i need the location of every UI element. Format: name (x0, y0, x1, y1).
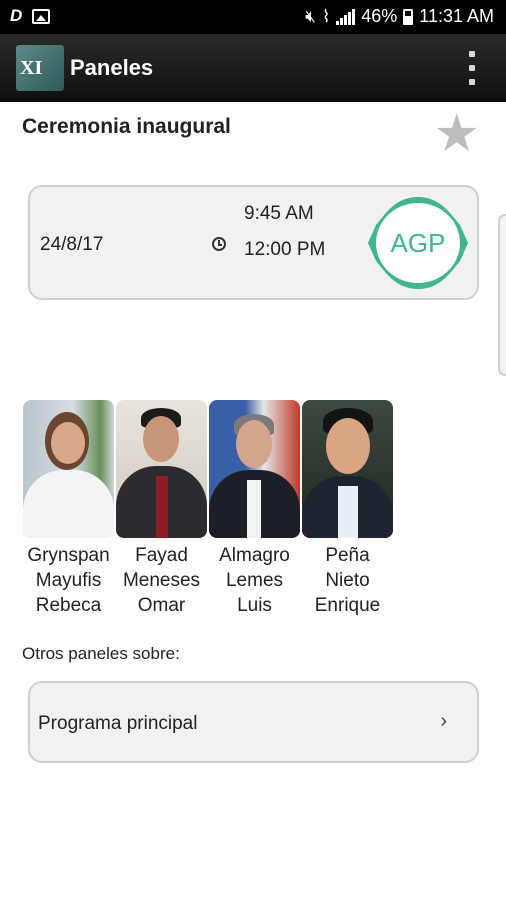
clock-icon (212, 237, 226, 251)
panel-date: 24/8/17 (40, 234, 104, 255)
speaker-photo (23, 400, 114, 538)
star-icon[interactable]: ★ (433, 108, 480, 160)
battery-percent: 46% (361, 6, 398, 26)
status-bar: D 🔇︎ ⌇ 46% 11:31 AM (0, 0, 506, 34)
app-bar: XI Paneles (0, 34, 506, 102)
app-notification-icon: D (10, 6, 23, 25)
end-time: 12:00 PM (244, 239, 326, 260)
agp-badge-label: AGP (391, 228, 446, 258)
speaker-name: Almagro Lemes Luis (219, 545, 290, 616)
overflow-menu-icon[interactable] (466, 51, 478, 85)
speaker-name: Peña Nieto Enrique (314, 545, 381, 616)
signal-icon (336, 8, 356, 25)
speaker-card[interactable]: Grynspan Mayufis Rebeca (22, 400, 115, 618)
side-drawer-handle[interactable] (498, 214, 506, 376)
chevron-right-icon: › (440, 710, 447, 732)
speaker-photo (302, 400, 393, 538)
start-time: 9:45 AM (244, 203, 314, 224)
app-logo[interactable]: XI (16, 45, 64, 91)
speaker-card[interactable]: Almagro Lemes Luis (208, 400, 301, 618)
clock-time: 11:31 AM (419, 6, 494, 26)
speaker-list: Grynspan Mayufis Rebeca Fayad Meneses Om… (22, 400, 394, 618)
speaker-card[interactable]: Fayad Meneses Omar (115, 400, 208, 618)
speaker-photo (209, 400, 300, 538)
speaker-card[interactable]: Peña Nieto Enrique (301, 400, 394, 618)
page-title: Paneles (70, 55, 154, 80)
mute-icon: 🔇︎ (305, 6, 316, 26)
list-item[interactable]: Programa principal › (28, 681, 479, 763)
other-panels-label: Otros paneles sobre: (22, 644, 180, 663)
agp-badge[interactable]: AGP (366, 195, 470, 291)
image-icon (32, 8, 51, 24)
speaker-name: Grynspan Mayufis Rebeca (27, 545, 110, 616)
list-item-label: Programa principal (38, 713, 198, 734)
wifi-icon: ⌇ (321, 6, 331, 26)
panel-title: Ceremonia inaugural (22, 115, 231, 138)
app-logo-text: XI (20, 57, 43, 79)
battery-icon (403, 8, 414, 25)
speaker-name: Fayad Meneses Omar (122, 545, 201, 616)
schedule-card: 24/8/17 9:45 AM 12:00 PM AGP (28, 185, 479, 300)
speaker-photo (116, 400, 207, 538)
